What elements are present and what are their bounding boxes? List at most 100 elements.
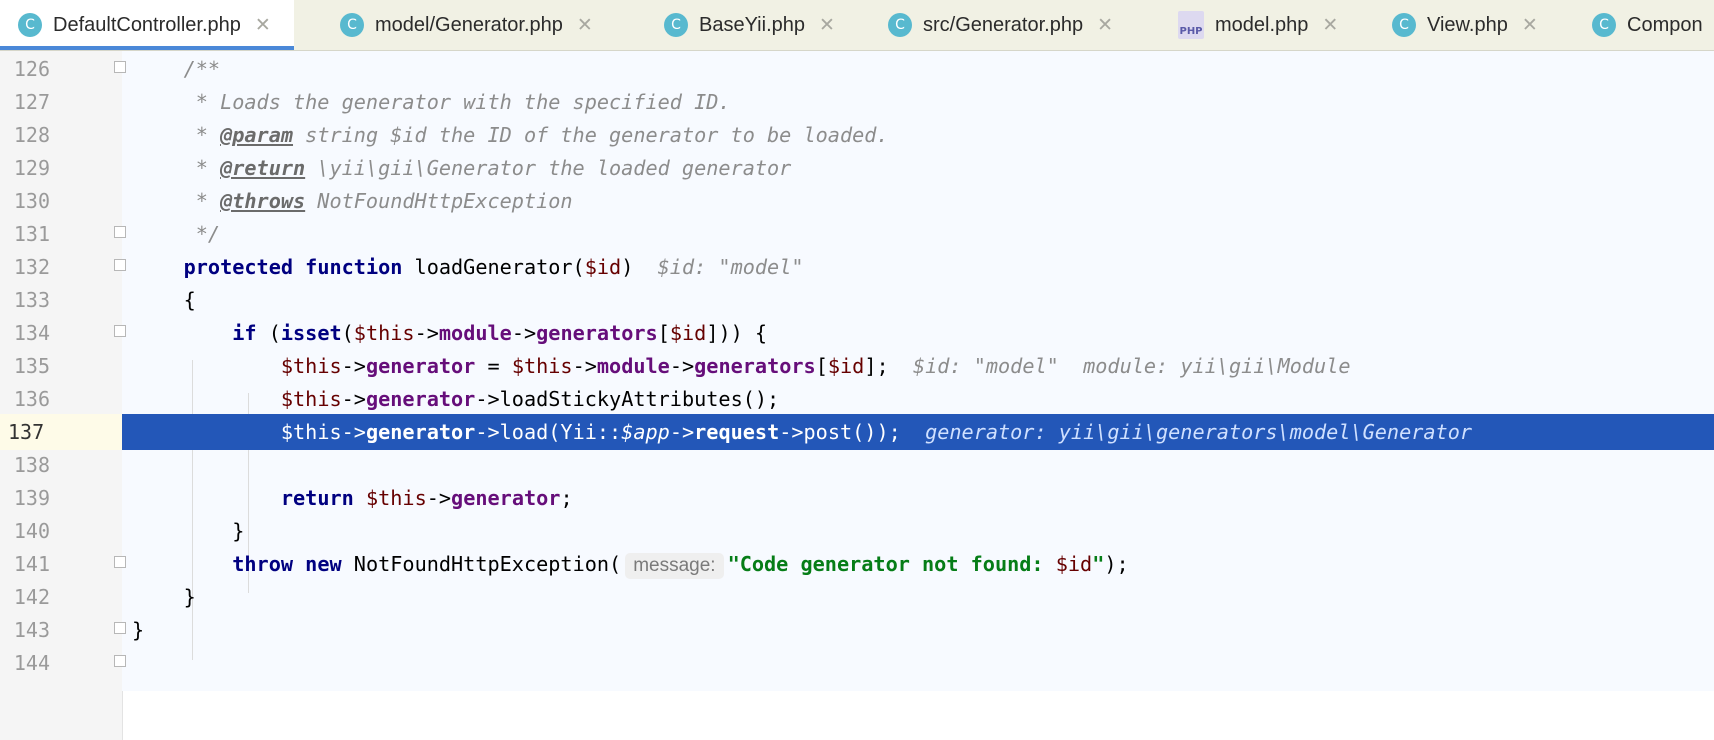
comment-text: * (135, 123, 221, 147)
code-line[interactable]: 131 */ (0, 216, 1714, 252)
tab-baseyii[interactable]: C BaseYii.php ✕ (664, 0, 835, 50)
class-icon: C (1392, 13, 1416, 37)
field: generators (536, 321, 658, 345)
tab-model-php[interactable]: PHP model.php ✕ (1178, 0, 1338, 50)
code-line[interactable]: 132 protected function loadGenerator($id… (0, 249, 1714, 285)
code-text: throw new NotFoundHttpException(message:… (135, 546, 1129, 582)
comment-text: * (135, 189, 221, 213)
keyword: throw (232, 552, 294, 576)
code-text: * Loads the generator with the specified… (135, 90, 731, 114)
punctuation: = (475, 354, 512, 378)
punctuation: -> (669, 354, 695, 378)
current-execution-line[interactable]: 137 $this->generator->load(Yii::$app->re… (0, 414, 1714, 450)
code-text: } (135, 585, 196, 609)
keyword: return (280, 486, 354, 510)
code-editor[interactable]: 126 /** 127 * Loads the generator with t… (0, 51, 1714, 740)
close-icon[interactable]: ✕ (577, 14, 593, 36)
line-number: 138 (13, 453, 50, 477)
field: generator (451, 486, 561, 510)
code-text: * @throws NotFoundHttpException (135, 183, 573, 219)
code-line[interactable]: 136 $this->generator->loadStickyAttribut… (0, 381, 1714, 417)
code-line[interactable]: 130 * @throws NotFoundHttpException (0, 183, 1714, 219)
keyword: isset (280, 321, 342, 345)
punctuation: -> (572, 354, 597, 378)
punctuation: ( (341, 321, 354, 345)
tab-label: Compon (1627, 13, 1703, 36)
tab-default-controller[interactable]: C DefaultController.php ✕ (0, 0, 294, 50)
code-line[interactable]: 129 * @return \yii\gii\Generator the loa… (0, 150, 1714, 186)
code-text: $this->generator->loadStickyAttributes()… (135, 381, 779, 417)
line-number: 141 (13, 552, 50, 576)
punctuation: -> (341, 420, 366, 444)
code-line[interactable]: 139 return $this->generator; (0, 480, 1714, 516)
code-text: } (132, 618, 145, 642)
field: generator (365, 420, 476, 444)
php-file-icon: PHP (1178, 11, 1204, 39)
editor-tab-bar: C DefaultController.php ✕ C model/Genera… (0, 0, 1714, 51)
field: module (438, 321, 512, 345)
line-number: 143 (13, 618, 50, 642)
field: generators (694, 354, 816, 378)
code-text: if (isset($this->module->generators[$id]… (135, 315, 767, 351)
line-number: 128 (13, 123, 50, 147)
comment-text: string $id the ID of the generator to be… (293, 123, 889, 147)
close-icon[interactable]: ✕ (1322, 14, 1338, 36)
close-icon[interactable]: ✕ (1522, 14, 1538, 36)
inline-debug-value: generator: yii\gii\generators\model\Gene… (925, 420, 1473, 444)
tab-view[interactable]: C View.php ✕ (1392, 0, 1538, 50)
variable: $this (280, 420, 342, 444)
line-number: 133 (13, 288, 50, 312)
punctuation: -> (341, 354, 366, 378)
code-line[interactable]: 141 throw new NotFoundHttpException(mess… (0, 546, 1714, 582)
code-text: * @return \yii\gii\Generator the loaded … (135, 150, 792, 186)
class-icon: C (888, 13, 912, 37)
variable: $this (353, 321, 415, 345)
code-line[interactable]: 135 $this->generator = $this->module->ge… (0, 348, 1714, 384)
doc-tag: @param (220, 123, 294, 147)
code-line[interactable]: 138 (0, 447, 1714, 483)
code-line[interactable]: 134 if (isset($this->module->generators[… (0, 315, 1714, 351)
variable: $id (827, 354, 865, 378)
keyword: if (232, 321, 257, 345)
punctuation: -> (414, 321, 439, 345)
code-line[interactable]: 142 } (0, 579, 1714, 615)
parameter-hint: message: (625, 553, 724, 579)
field: generator (365, 387, 476, 411)
line-number: 135 (13, 354, 50, 378)
punctuation: [ (815, 354, 828, 378)
inline-debug-value: $id: "model" (912, 354, 1059, 378)
tab-label: BaseYii.php (699, 13, 805, 36)
field: generator (365, 354, 476, 378)
code-line[interactable]: 140 } (0, 513, 1714, 549)
code-line[interactable]: 143 } (0, 612, 1714, 648)
code-line[interactable]: 144 (0, 645, 1714, 681)
line-number: 139 (13, 486, 50, 510)
tab-component[interactable]: C Compon (1592, 0, 1703, 50)
code-line[interactable]: 133 { (0, 282, 1714, 318)
code-text: { (135, 288, 196, 312)
field: request (694, 420, 780, 444)
variable: $this (280, 354, 342, 378)
close-icon[interactable]: ✕ (819, 14, 835, 36)
class-name: NotFoundHttpException( (341, 552, 622, 576)
inline-debug-value: $id: "model" (657, 255, 804, 279)
string-literal: "Code generator not found: (727, 552, 1056, 576)
punctuation: [ (657, 321, 670, 345)
doc-tag: @return (220, 156, 306, 180)
tab-label: DefaultController.php (53, 13, 241, 36)
code-line[interactable]: 127 * Loads the generator with the speci… (0, 84, 1714, 120)
field: module (596, 354, 670, 378)
punctuation: -> (669, 420, 695, 444)
close-icon[interactable]: ✕ (1097, 14, 1113, 36)
code-text: $this->generator = $this->module->genera… (135, 348, 1351, 384)
comment-text: \yii\gii\Generator the loaded generator (305, 156, 792, 180)
punctuation: ])) { (706, 321, 768, 345)
variable: $id (584, 255, 622, 279)
tab-model-generator[interactable]: C model/Generator.php ✕ (340, 0, 593, 50)
tab-label: src/Generator.php (923, 13, 1084, 36)
code-line[interactable]: 128 * @param string $id the ID of the ge… (0, 117, 1714, 153)
tab-src-generator[interactable]: C src/Generator.php ✕ (888, 0, 1113, 50)
code-line[interactable]: 126 /** (0, 51, 1714, 87)
static-field: $app (621, 420, 670, 444)
close-icon[interactable]: ✕ (255, 14, 271, 36)
